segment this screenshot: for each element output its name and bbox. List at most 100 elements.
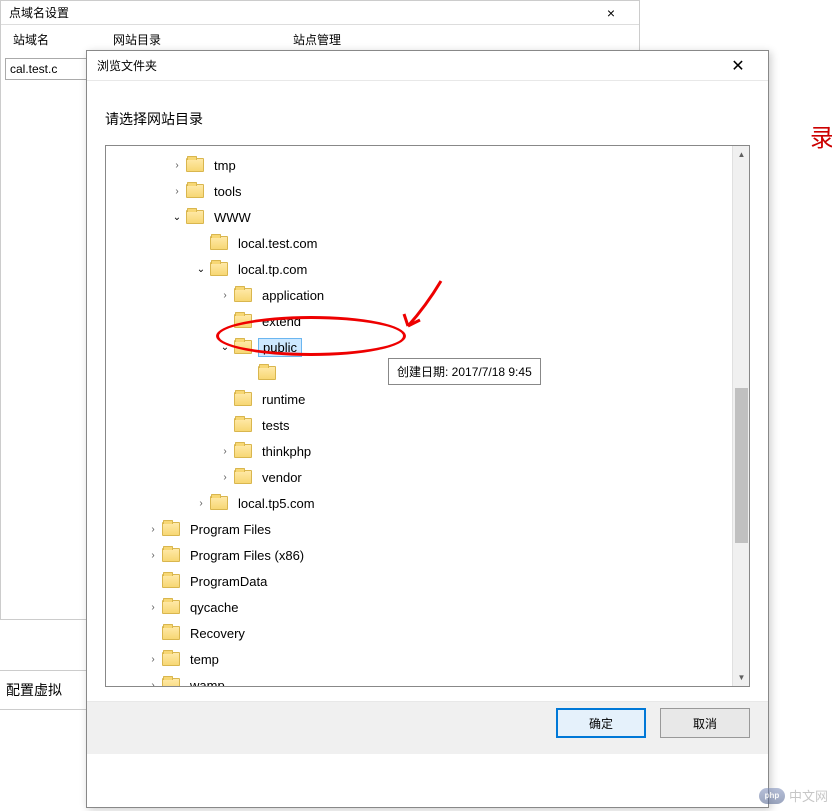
bg-title: 点域名设置: [9, 4, 69, 21]
expander-spacer: [218, 314, 232, 328]
expander-spacer: [194, 236, 208, 250]
tree-item-label[interactable]: application: [258, 287, 328, 304]
folder-icon: [234, 418, 252, 432]
domain-input[interactable]: [5, 58, 87, 80]
chevron-down-icon[interactable]: ⌄: [218, 340, 232, 354]
tree-item-label[interactable]: temp: [186, 651, 223, 668]
folder-icon: [234, 470, 252, 484]
tree-item[interactable]: ⌄ local.tp.com: [112, 256, 725, 282]
folder-icon: [186, 184, 204, 198]
expander-spacer: [146, 574, 160, 588]
tree-item[interactable]: › wamp: [112, 672, 725, 686]
col-dir: 网站目录: [109, 29, 209, 50]
chevron-right-icon[interactable]: ›: [170, 184, 184, 198]
tree-item[interactable]: › tools: [112, 178, 725, 204]
chevron-right-icon[interactable]: ›: [170, 158, 184, 172]
chevron-right-icon[interactable]: ›: [146, 678, 160, 686]
folder-icon: [234, 340, 252, 354]
tree-item[interactable]: › vendor: [112, 464, 725, 490]
tree-item-label[interactable]: wamp: [186, 677, 229, 687]
browse-titlebar: 浏览文件夹 ✕: [87, 51, 768, 81]
tree-item-label[interactable]: public: [258, 338, 302, 357]
cancel-button[interactable]: 取消: [660, 708, 750, 738]
chevron-right-icon[interactable]: ›: [218, 470, 232, 484]
close-icon[interactable]: ✕: [718, 52, 758, 80]
chevron-down-icon[interactable]: ⌄: [194, 262, 208, 276]
close-icon[interactable]: ×: [591, 5, 631, 21]
folder-icon: [162, 626, 180, 640]
tree-item-label[interactable]: [282, 372, 290, 374]
tree-item-label[interactable]: qycache: [186, 599, 242, 616]
chevron-right-icon[interactable]: ›: [146, 522, 160, 536]
folder-icon: [162, 678, 180, 686]
chevron-right-icon[interactable]: ›: [194, 496, 208, 510]
chevron-down-icon[interactable]: ⌄: [170, 210, 184, 224]
tree-item-label[interactable]: extend: [258, 313, 305, 330]
tree-item[interactable]: › qycache: [112, 594, 725, 620]
folder-icon: [234, 392, 252, 406]
folder-icon: [210, 496, 228, 510]
folder-icon: [234, 314, 252, 328]
expander-spacer: [218, 418, 232, 432]
tree-item-label[interactable]: local.tp5.com: [234, 495, 319, 512]
tree-item-label[interactable]: thinkphp: [258, 443, 315, 460]
browse-title: 浏览文件夹: [97, 57, 157, 74]
tree-item-label[interactable]: Program Files (x86): [186, 547, 308, 564]
chevron-right-icon[interactable]: ›: [146, 600, 160, 614]
folder-icon: [258, 366, 276, 380]
chevron-right-icon[interactable]: ›: [146, 652, 160, 666]
tree-item-label[interactable]: ProgramData: [186, 573, 271, 590]
scroll-up-icon[interactable]: ▲: [733, 146, 750, 163]
tree-item-label[interactable]: local.test.com: [234, 235, 321, 252]
tree-item-label[interactable]: Program Files: [186, 521, 275, 538]
tree-item[interactable]: Recovery: [112, 620, 725, 646]
tree-item[interactable]: › local.tp5.com: [112, 490, 725, 516]
folder-icon: [210, 236, 228, 250]
tree-item[interactable]: local.test.com: [112, 230, 725, 256]
tree-item[interactable]: › tmp: [112, 152, 725, 178]
chevron-right-icon[interactable]: ›: [146, 548, 160, 562]
tree-item[interactable]: ⌄ public: [112, 334, 725, 360]
ok-button[interactable]: 确定: [556, 708, 646, 738]
folder-tree-container: › tmp › tools ⌄ WWW local.test.com ⌄ local.tp.co…: [105, 145, 750, 687]
folder-tree[interactable]: › tmp › tools ⌄ WWW local.test.com ⌄ local.tp.co…: [106, 146, 731, 686]
col-domain: 站域名: [9, 29, 89, 50]
tree-item-label[interactable]: vendor: [258, 469, 306, 486]
browse-folder-dialog: 浏览文件夹 ✕ 请选择网站目录 › tmp › tools ⌄ WWW local.test…: [86, 50, 769, 808]
tree-item-label[interactable]: local.tp.com: [234, 261, 311, 278]
tree-item-label[interactable]: WWW: [210, 209, 255, 226]
tree-item[interactable]: › application: [112, 282, 725, 308]
browse-prompt: 请选择网站目录: [87, 81, 768, 145]
chevron-right-icon[interactable]: ›: [218, 288, 232, 302]
tree-item-label[interactable]: tmp: [210, 157, 240, 174]
tree-item[interactable]: runtime: [112, 386, 725, 412]
tree-item[interactable]: ProgramData: [112, 568, 725, 594]
tree-item[interactable]: ⌄ WWW: [112, 204, 725, 230]
chevron-right-icon[interactable]: ›: [218, 444, 232, 458]
tree-item-label[interactable]: tests: [258, 417, 293, 434]
col-site: 站点管理: [289, 29, 345, 50]
tree-item-label[interactable]: tools: [210, 183, 245, 200]
tree-item-label[interactable]: runtime: [258, 391, 309, 408]
tree-item[interactable]: › thinkphp: [112, 438, 725, 464]
scrollbar-thumb[interactable]: [735, 388, 748, 543]
tree-item[interactable]: tests: [112, 412, 725, 438]
expander-spacer: [242, 366, 256, 380]
scrollbar[interactable]: ▲ ▼: [732, 146, 749, 686]
bg-titlebar: 点域名设置 ×: [1, 1, 639, 25]
folder-icon: [162, 548, 180, 562]
scroll-down-icon[interactable]: ▼: [733, 669, 750, 686]
tree-item[interactable]: › Program Files: [112, 516, 725, 542]
folder-icon: [234, 444, 252, 458]
dialog-buttons: 确定 取消: [87, 701, 768, 754]
tree-item[interactable]: › Program Files (x86): [112, 542, 725, 568]
expander-spacer: [218, 392, 232, 406]
folder-icon: [186, 210, 204, 224]
tree-item-label[interactable]: Recovery: [186, 625, 249, 642]
folder-icon: [162, 600, 180, 614]
folder-icon: [234, 288, 252, 302]
expander-spacer: [146, 626, 160, 640]
tree-item[interactable]: › temp: [112, 646, 725, 672]
folder-icon: [186, 158, 204, 172]
tree-item[interactable]: extend: [112, 308, 725, 334]
